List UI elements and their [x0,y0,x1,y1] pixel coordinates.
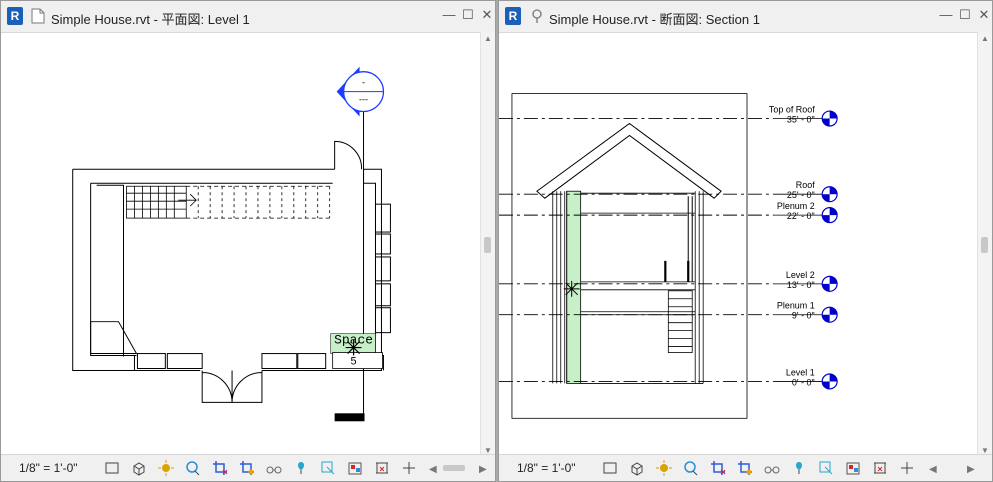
space-marker-icon [345,339,362,356]
horizontal-scrollbar[interactable]: ◀ ▶ [929,462,979,474]
temporary-hide-icon[interactable] [763,459,781,477]
crop-region-visibility-icon[interactable] [736,459,754,477]
tag-number: - [362,78,365,88]
visual-style-icon[interactable] [628,459,646,477]
crop-region-visibility-icon[interactable] [238,459,256,477]
level-head-icon[interactable] [821,207,838,224]
section-window[interactable]: R Simple House.rvt - 断面図: Section 1 — ☐ … [498,0,993,482]
level-level-2[interactable]: Level 213' - 0" [499,270,838,292]
detail-level-icon[interactable] [601,459,619,477]
level-elevation: 0' - 0" [792,377,815,387]
scroll-thumb[interactable] [981,237,988,253]
section-view-icon [532,9,542,23]
sun-path-icon[interactable] [157,459,175,477]
title-bar[interactable]: R Simple House.rvt - 平面図: Level 1 — ☐ ✕ [1,1,495,33]
design-options-icon[interactable] [346,459,364,477]
crop-view-icon[interactable] [211,459,229,477]
level-roof[interactable]: Roof25' - 0" [499,180,838,203]
minimize-button[interactable]: — [441,7,457,23]
scroll-left-arrow-icon[interactable]: ◀ [429,464,437,474]
level-level-1[interactable]: Level 10' - 0" [499,367,838,390]
window-title: Simple House.rvt - 平面図: Level 1 [51,12,250,27]
close-button[interactable]: ✕ [976,7,992,23]
highlight-displacement-icon[interactable] [400,459,418,477]
view-control-bar: 1/8" = 1'-0" ◀ ▶ [1,454,495,481]
level-head-icon[interactable] [821,306,838,323]
view-reference-tag[interactable]: - --- [336,66,385,117]
level-head-icon[interactable] [821,275,838,292]
design-options-icon[interactable] [844,459,862,477]
roof [536,122,722,199]
maximize-button[interactable]: ☐ [460,7,476,23]
analytical-model-icon[interactable] [373,459,391,477]
crop-region[interactable] [511,93,748,419]
detail-level-icon[interactable] [103,459,121,477]
minimize-button[interactable]: — [938,7,954,23]
maximize-button[interactable]: ☐ [957,7,973,23]
view-scale[interactable]: 1/8" = 1'-0" [517,461,576,475]
level-elevation: 35' - 0" [787,114,815,124]
crop-view-icon[interactable] [709,459,727,477]
stair [126,185,333,219]
scroll-up-arrow-icon[interactable]: ▲ [481,34,495,43]
scroll-up-arrow-icon[interactable]: ▲ [978,34,992,43]
shadows-icon[interactable] [682,459,700,477]
highlight-displacement-icon[interactable] [898,459,916,477]
revit-logo-icon: R [505,7,521,25]
level-name: Plenum 1 [777,301,815,311]
level-name: Level 2 [786,270,815,280]
space-tag[interactable]: Space 5 [330,333,383,369]
analytical-model-icon[interactable] [871,459,889,477]
vertical-scrollbar[interactable]: ▲ ▼ [977,32,992,457]
level-name: Top of Roof [769,105,815,115]
temporary-hide-icon[interactable] [265,459,283,477]
plan-drawing-canvas[interactable]: - --- Space 5 [1,32,495,457]
shadows-icon[interactable] [184,459,202,477]
reveal-hidden-icon[interactable] [292,459,310,477]
level-head-icon[interactable] [821,110,838,127]
view-scale[interactable]: 1/8" = 1'-0" [19,461,78,475]
level-name: Roof [796,180,815,190]
level-elevation: 9' - 0" [792,311,815,321]
title-bar[interactable]: R Simple House.rvt - 断面図: Section 1 — ☐ … [499,1,992,33]
floor-plan-window[interactable]: R Simple House.rvt - 平面図: Level 1 — ☐ ✕ [0,0,496,482]
scroll-right-arrow-icon[interactable]: ▶ [967,464,975,474]
scroll-left-arrow-icon[interactable]: ◀ [929,464,937,474]
space-number: 5 [351,356,357,368]
level-plenum-2[interactable]: Plenum 222' - 0" [499,201,838,224]
horizontal-scrollbar[interactable]: ◀ ▶ [429,462,489,474]
level-head-icon[interactable] [821,186,838,203]
scroll-thumb[interactable] [484,237,491,253]
tag-sheet: --- [359,95,368,105]
document-icon [31,8,45,24]
section-drawing-canvas[interactable]: Top of Roof35' - 0" Roof25' - 0" Plenum … [499,32,992,457]
view-control-bar: 1/8" = 1'-0" ◀ ▶ [499,454,992,481]
visual-style-icon[interactable] [130,459,148,477]
revit-logo-icon: R [7,7,23,25]
level-elevation: 13' - 0" [787,280,815,290]
vertical-scrollbar[interactable]: ▲ ▼ [480,32,495,457]
level-head-icon[interactable] [821,373,838,390]
sun-path-icon[interactable] [655,459,673,477]
section-line[interactable] [334,109,365,422]
level-name: Level 1 [786,367,815,377]
level-top-of-roof[interactable]: Top of Roof35' - 0" [499,105,838,127]
scroll-right-arrow-icon[interactable]: ▶ [479,464,487,474]
walls [552,190,704,384]
scroll-thumb[interactable] [443,465,465,471]
level-name: Plenum 2 [777,201,815,211]
close-button[interactable]: ✕ [479,7,495,23]
reveal-hidden-icon[interactable] [790,459,808,477]
level-elevation: 25' - 0" [787,190,815,200]
worksharing-icon[interactable] [817,459,835,477]
window-title: Simple House.rvt - 断面図: Section 1 [549,12,760,27]
level-elevation: 22' - 0" [787,211,815,221]
worksharing-icon[interactable] [319,459,337,477]
